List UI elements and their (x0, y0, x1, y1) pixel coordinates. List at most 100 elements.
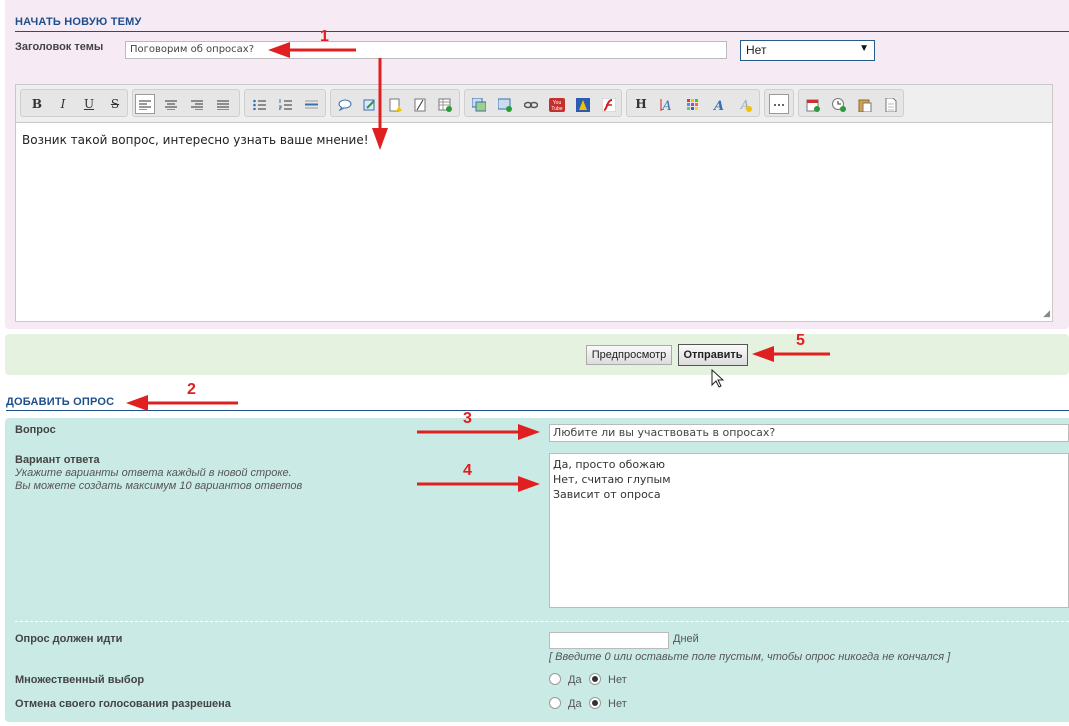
editor-toolbar: B I U S You Tube H A A A (16, 85, 1052, 123)
answer-line: Зависит от опроса (553, 488, 661, 501)
answer-line: Да, просто обожаю (553, 458, 666, 471)
chain-link-icon (524, 101, 538, 108)
numbered-list-button[interactable] (275, 94, 295, 114)
message-editor[interactable]: B I U S You Tube H A A A Возник такой во… (15, 84, 1053, 322)
spoiler-button[interactable] (385, 94, 405, 114)
answers-label: Вариант ответа (15, 454, 100, 466)
multiple-choice-no-label: Нет (608, 674, 627, 686)
document-icon (885, 97, 897, 112)
toolbar-group-misc (798, 89, 904, 117)
remove-format-icon: A (740, 98, 752, 112)
page-edit-icon (414, 98, 426, 111)
edit-link-button[interactable] (360, 94, 380, 114)
revote-yes-radio[interactable] (549, 697, 561, 709)
horizontal-rule-button[interactable] (301, 94, 321, 114)
align-center-icon (165, 100, 177, 110)
paste-button[interactable] (855, 94, 875, 114)
quote-button[interactable] (335, 94, 355, 114)
svg-text:A: A (712, 99, 724, 112)
answers-hint-line-1: Укажите варианты ответа каждый в новой с… (15, 467, 292, 479)
image-add-icon (498, 98, 512, 112)
annotation-arrowhead-2 (126, 395, 148, 411)
multiple-choice-yes-radio[interactable] (549, 673, 561, 685)
ellipsis-icon (774, 103, 784, 106)
code-button[interactable] (410, 94, 430, 114)
font-button[interactable]: A (709, 94, 729, 114)
topic-type-select-value: Нет (746, 43, 767, 57)
toolbar-group-text-style: H A A A (626, 89, 760, 117)
media-button[interactable] (573, 94, 593, 114)
time-button[interactable] (829, 94, 849, 114)
link-edit-icon (363, 99, 375, 110)
image-button[interactable] (495, 94, 515, 114)
italic-button[interactable]: I (53, 94, 73, 114)
revote-no-label: Нет (608, 698, 627, 710)
align-left-button[interactable] (135, 94, 155, 114)
toolbar-group-align (132, 89, 240, 117)
gallery-button[interactable] (469, 94, 489, 114)
poll-divider (15, 621, 1069, 622)
revote-no-radio[interactable] (589, 697, 601, 709)
preview-button[interactable]: Предпросмотр (586, 345, 672, 365)
multiple-choice-label: Множественный выбор (15, 674, 145, 686)
resize-handle-icon[interactable]: ◢ (1043, 309, 1050, 319)
multiple-choice-yes-label: Да (568, 674, 582, 686)
speech-bubble-icon (338, 99, 352, 111)
table-button[interactable] (435, 94, 455, 114)
color-palette-icon (687, 98, 698, 110)
font-icon: A (712, 99, 724, 112)
answer-line: Нет, считаю глупым (553, 473, 671, 486)
subject-label: Заголовок темы (15, 41, 104, 53)
new-topic-title: НАЧАТЬ НОВУЮ ТЕМУ (15, 16, 142, 28)
more-button[interactable] (769, 94, 789, 114)
bullet-list-button[interactable] (249, 94, 269, 114)
strike-button[interactable]: S (105, 94, 125, 114)
add-poll-title: ДОБАВИТЬ ОПРОС (6, 396, 115, 408)
toolbar-group-media: You Tube (464, 89, 622, 117)
svg-text:Tube: Tube (551, 106, 562, 112)
submit-panel (5, 334, 1069, 375)
mouse-cursor-icon (711, 369, 725, 388)
media-player-icon (576, 97, 590, 112)
bold-button[interactable]: B (27, 94, 47, 114)
annotation-number-1: 1 (320, 28, 329, 45)
link-button[interactable] (521, 94, 541, 114)
font-size-button[interactable]: A (657, 94, 677, 114)
clipboard-icon (858, 99, 872, 112)
new-topic-title-underline (15, 31, 1069, 32)
question-input[interactable]: Любите ли вы участвовать в опросах? (549, 424, 1069, 442)
answers-hint-line-2: Вы можете создать максимум 10 вариантов … (15, 480, 303, 492)
horizontal-rule-icon (304, 100, 318, 109)
color-button[interactable] (683, 94, 703, 114)
add-poll-title-underline (6, 410, 1069, 411)
youtube-button[interactable]: You Tube (547, 94, 567, 114)
annotation-number-2: 2 (187, 381, 196, 398)
flash-button[interactable] (599, 94, 619, 114)
date-button[interactable] (803, 94, 823, 114)
duration-label: Опрос должен идти (15, 633, 123, 645)
bullet-list-icon (252, 99, 266, 110)
message-text: Возник такой вопрос, интересно узнать ва… (22, 133, 369, 147)
svg-text:A: A (661, 99, 671, 112)
align-right-button[interactable] (187, 94, 207, 114)
topic-type-select[interactable]: Нет ▼ (740, 40, 875, 61)
align-right-icon (191, 100, 203, 110)
align-left-icon (139, 100, 151, 110)
remove-format-button[interactable]: A (735, 94, 755, 114)
duration-days-input[interactable] (549, 632, 669, 649)
answers-textarea[interactable]: Да, просто обожаю Нет, считаю глупым Зав… (549, 453, 1069, 608)
source-button[interactable] (881, 94, 901, 114)
multiple-choice-no-radio[interactable] (589, 673, 601, 685)
align-justify-button[interactable] (213, 94, 233, 114)
duration-hint: [ Введите 0 или оставьте поле пустым, чт… (549, 651, 951, 663)
annotation-number-4: 4 (463, 462, 472, 479)
toolbar-group-lists (244, 89, 326, 117)
align-center-button[interactable] (161, 94, 181, 114)
table-add-icon (438, 98, 452, 112)
revote-yes-label: Да (568, 698, 582, 710)
underline-button[interactable]: U (79, 94, 99, 114)
subject-input[interactable]: Поговорим об опросах? (125, 41, 727, 59)
font-size-icon: A (660, 98, 672, 112)
heading-button[interactable]: H (631, 94, 651, 114)
submit-button[interactable]: Отправить (678, 344, 748, 366)
